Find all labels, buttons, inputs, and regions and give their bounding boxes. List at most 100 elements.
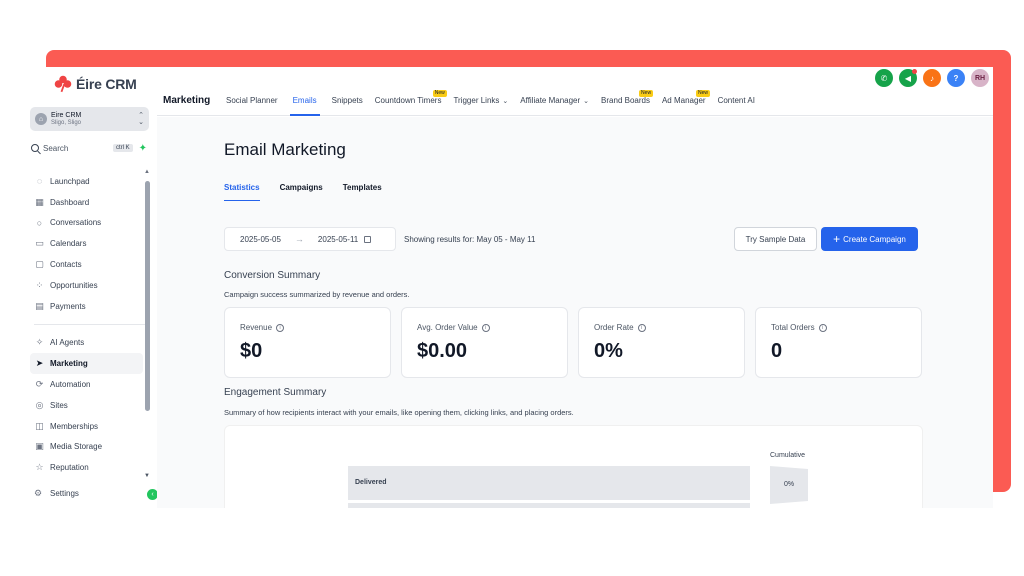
sidebar-item-label: Sites [50, 400, 68, 410]
tab-trigger-links[interactable]: Trigger Links ⌄ [453, 87, 508, 116]
sidebar-item-label: Marketing [50, 359, 88, 369]
card-label-text: Avg. Order Value [417, 323, 478, 332]
notification-dot [912, 69, 917, 74]
sidebar-scrollbar[interactable]: ▲ ▼ [144, 169, 150, 479]
sidebar-item-ai-agents[interactable]: ✧ AI Agents [34, 333, 146, 354]
tab-label: Content AI [717, 96, 755, 105]
info-icon[interactable]: i [818, 323, 827, 332]
avatar[interactable]: RH [971, 69, 989, 87]
sidebar-item-dashboard[interactable]: ▦ Dashboard [34, 192, 146, 213]
showing-results-text: Showing results for: May 05 - May 11 [404, 235, 536, 244]
contacts-icon: ▢ [35, 259, 44, 270]
sidebar-item-memberships[interactable]: ◫ Memberships [34, 416, 146, 437]
sidebar-item-label: Settings [50, 489, 79, 498]
card-label-text: Revenue [240, 323, 273, 332]
help-icon[interactable]: ? [947, 69, 965, 87]
screenshot-stage: Éire CRM ⌂ Eire CRM Sligo, Sligo ⌃ ⌄ Sear… [0, 0, 1024, 576]
top-bar: Marketing Social Planner Emails Snippets… [157, 67, 993, 116]
card-value: 0% [594, 340, 623, 362]
sidebar-item-settings[interactable]: ⚙ Settings [34, 488, 79, 499]
payments-icon: ▤ [35, 300, 44, 311]
sidebar-item-sites[interactable]: ◎ Sites [34, 395, 146, 416]
tab-snippets[interactable]: Snippets [332, 87, 363, 116]
end-date[interactable]: 2025-05-11 [318, 235, 358, 244]
sidebar-item-conversations[interactable]: ○ Conversations [34, 213, 146, 234]
conversion-summary-desc: Campaign success summarized by revenue a… [224, 290, 410, 299]
funnel-bar-next [348, 503, 750, 508]
account-name: Eire CRM [51, 111, 82, 119]
account-info: Eire CRM Sligo, Sligo [51, 112, 81, 127]
subtab-statistics[interactable]: Statistics [224, 183, 260, 201]
sidebar-item-media-storage[interactable]: ▣ Media Storage [34, 437, 146, 458]
search-label: Search [43, 143, 69, 153]
sidebar-item-reputation[interactable]: ☆ Reputation [34, 457, 146, 478]
scroll-thumb[interactable] [145, 181, 150, 411]
card-label-text: Order Rate [594, 323, 634, 332]
tab-brand-boards[interactable]: New Brand Boards [601, 87, 654, 116]
sparkle-icon: ✧ [35, 337, 44, 348]
tab-ad-manager[interactable]: New Ad Manager [662, 87, 710, 116]
gear-icon: ⚙ [34, 488, 43, 498]
location-icon: ⌂ [35, 113, 47, 125]
engagement-funnel-panel: Delivered Cumulative 0% [224, 425, 923, 508]
tab-countdown-timers[interactable]: New Countdown Timers [375, 87, 447, 116]
sidebar-item-launchpad[interactable]: ◌ Launchpad [34, 171, 146, 192]
subtab-templates[interactable]: Templates [343, 183, 382, 201]
info-icon[interactable]: i [637, 323, 646, 332]
sub-tabs: Statistics Campaigns Templates [224, 183, 382, 201]
sidebar-item-opportunities[interactable]: ⁘ Opportunities [34, 275, 146, 296]
rocket-icon: ◌ [36, 176, 43, 187]
engagement-summary-desc: Summary of how recipients interact with … [224, 408, 574, 417]
card-label: Revenue i [240, 323, 285, 332]
card-label: Total Orders i [771, 323, 827, 332]
tab-content-ai[interactable]: Content AI [718, 87, 755, 116]
bell-icon[interactable]: ♪ [923, 69, 941, 87]
start-date[interactable]: 2025-05-05 [240, 235, 281, 244]
main-content: Email Marketing Statistics Campaigns Tem… [157, 117, 993, 508]
top-actions: ✆ ◀ ♪ ? RH [875, 69, 989, 87]
tab-social-planner[interactable]: Social Planner [226, 87, 278, 116]
tab-label: Trigger Links [453, 96, 500, 105]
new-badge: New [432, 90, 447, 97]
info-icon[interactable]: i [481, 323, 490, 332]
page-title: Email Marketing [224, 140, 346, 159]
logo[interactable]: Éire CRM [54, 75, 137, 93]
total-orders-card: Total Orders i 0 [755, 307, 922, 378]
sidebar-search[interactable]: Search ctrl K ✦ [31, 141, 147, 155]
megaphone-icon[interactable]: ◀ [899, 69, 917, 87]
tab-label: Affiliate Manager [520, 96, 581, 105]
try-sample-data-button[interactable]: Try Sample Data [734, 227, 817, 251]
memberships-icon: ◫ [35, 420, 44, 431]
sidebar-item-label: Reputation [50, 463, 89, 473]
opportunities-icon: ⁘ [35, 279, 44, 290]
quick-add-icon[interactable]: ✦ [139, 143, 147, 154]
create-campaign-button[interactable]: + Create Campaign [821, 227, 918, 251]
account-switcher[interactable]: ⌂ Eire CRM Sligo, Sligo ⌃ ⌄ [30, 107, 149, 131]
sidebar-item-automation[interactable]: ⟳ Automation [34, 374, 146, 395]
phone-icon[interactable]: ✆ [875, 69, 893, 87]
tab-affiliate-manager[interactable]: Affiliate Manager ⌄ [520, 87, 589, 116]
sidebar-item-label: AI Agents [50, 338, 85, 348]
sidebar-item-payments[interactable]: ▤ Payments [34, 296, 146, 317]
scroll-up-icon[interactable]: ▲ [144, 169, 150, 175]
date-range-picker[interactable]: 2025-05-05 → 2025-05-11 [224, 227, 396, 251]
card-label: Avg. Order Value i [417, 323, 490, 332]
cumulative-title: Cumulative [770, 452, 806, 459]
subtab-campaigns[interactable]: Campaigns [280, 183, 323, 201]
new-badge: New [695, 90, 710, 97]
search-icon [31, 144, 39, 152]
scroll-down-icon[interactable]: ▼ [144, 473, 150, 479]
calendar-icon[interactable] [364, 235, 372, 243]
sidebar-item-marketing[interactable]: ➤ Marketing [30, 353, 143, 375]
search-shortcut: ctrl K [112, 144, 133, 152]
section-title: Marketing [163, 95, 211, 106]
funnel-label: Delivered [355, 479, 387, 486]
tab-emails[interactable]: Emails [289, 87, 320, 116]
avg-order-value-card: Avg. Order Value i $0.00 [401, 307, 568, 378]
info-icon[interactable]: i [276, 323, 285, 332]
sidebar-item-label: Dashboard [50, 197, 90, 207]
sidebar-item-contacts[interactable]: ▢ Contacts [34, 254, 146, 275]
sidebar-item-label: Calendars [50, 239, 87, 249]
sidebar-item-calendars[interactable]: ▭ Calendars [34, 233, 146, 254]
engagement-summary-title: Engagement Summary [224, 387, 327, 398]
